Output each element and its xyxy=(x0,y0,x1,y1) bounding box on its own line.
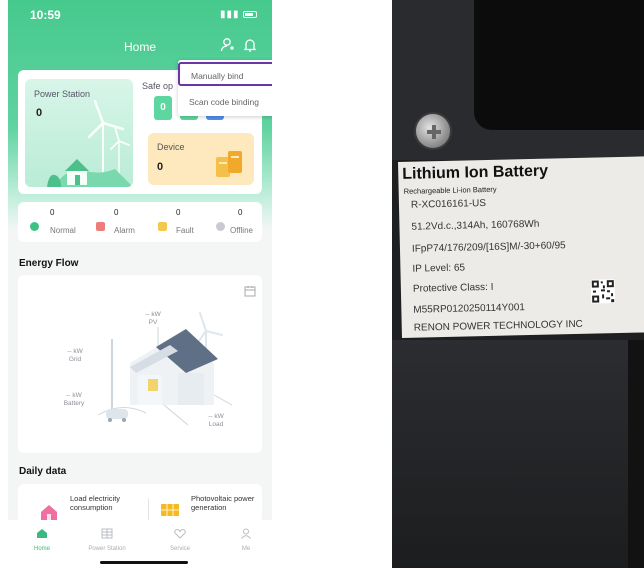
scan-code-binding-option[interactable]: Scan code binding xyxy=(178,90,272,114)
battery-icon xyxy=(243,10,258,18)
device-status-card: 0 Normal 0 Alarm 0 Fault 0 Offline xyxy=(18,202,262,242)
wifi-offline-icon xyxy=(216,222,225,231)
battery-manufacturer: RENON POWER TECHNOLOGY INC xyxy=(413,318,583,334)
power-station-card[interactable]: Power Station 0 xyxy=(25,79,133,187)
tab-home[interactable]: Home xyxy=(12,526,72,552)
battery-housing-bottom xyxy=(392,340,644,568)
fault-count: 0 xyxy=(176,208,181,217)
qr-code-icon xyxy=(590,279,616,304)
battery-label-title: Lithium Ion Battery xyxy=(402,162,549,183)
pv-generation-label: Photovoltaic power generation xyxy=(191,494,255,512)
battery-specs: 51.2Vd.c.,314Ah, 160768Wh xyxy=(411,218,540,233)
tab-me-label: Me xyxy=(241,546,251,552)
home-indicator xyxy=(100,561,188,564)
normal-label: Normal xyxy=(50,226,76,235)
heart-icon xyxy=(174,528,186,539)
battery-cell-code: IFpP74/176/209/[16S]M/-30+60/95 xyxy=(411,240,566,255)
battery-label-photo: Lithium Ion Battery Rechargeable Li-ion … xyxy=(392,0,644,568)
tab-power-station[interactable]: Power Station xyxy=(77,526,137,552)
load-label: Load xyxy=(208,421,224,428)
energy-flow-title: Energy Flow xyxy=(19,258,79,269)
person-icon xyxy=(241,528,251,539)
battery-value: -- kW xyxy=(66,392,82,399)
load-readout: -- kW Load xyxy=(200,413,232,429)
battery-label-subtitle: Rechargeable Li-ion Battery xyxy=(403,184,497,196)
device-icon xyxy=(216,151,242,177)
battery-protective-class: Protective Class: I xyxy=(412,281,494,295)
grid-value: -- kW xyxy=(67,348,83,355)
normal-status-icon xyxy=(30,222,39,231)
bell-icon[interactable] xyxy=(244,37,256,53)
solar-panel-icon xyxy=(161,504,179,516)
safe-operation-label: Safe op xyxy=(142,81,174,91)
wind-house-illustration xyxy=(47,99,133,187)
battery-readout: -- kW Battery xyxy=(54,392,94,408)
offline-label: Offline xyxy=(230,226,253,235)
device-card[interactable]: Device 0 xyxy=(148,133,254,185)
load-value: -- kW xyxy=(208,413,224,420)
battery-serial: M55RP0120250114Y001 xyxy=(413,302,526,316)
normal-count: 0 xyxy=(50,208,55,217)
daily-divider xyxy=(148,498,149,520)
daily-data-title: Daily data xyxy=(19,466,67,477)
battery-label: Battery xyxy=(63,400,85,407)
tab-me[interactable]: Me xyxy=(216,526,272,552)
fault-label: Fault xyxy=(176,226,194,235)
status-bar-time: 10:59 xyxy=(30,8,61,22)
screw-icon xyxy=(414,112,452,150)
device-value: 0 xyxy=(157,161,164,173)
tab-service-label: Service xyxy=(169,546,190,552)
home-icon xyxy=(37,529,47,538)
pv-label: PV xyxy=(148,319,158,326)
alarm-count: 0 xyxy=(114,208,119,217)
fault-status-icon xyxy=(158,222,167,231)
battery-model: R-XC016161-US xyxy=(410,198,487,211)
screw-slot-vertical xyxy=(432,125,436,139)
tab-home-label: Home xyxy=(33,546,50,552)
alarm-status-icon xyxy=(96,222,105,231)
grid-readout: -- kW Grid xyxy=(58,348,92,364)
safe-days-tile: 0 xyxy=(154,96,172,120)
pv-value: -- kW xyxy=(145,311,161,318)
offline-count: 0 xyxy=(238,208,243,217)
house-load-icon xyxy=(41,505,57,520)
user-add-icon[interactable] xyxy=(220,37,234,53)
device-label: Device xyxy=(157,142,185,152)
daily-data-card: Load electricity consumption Photovoltai… xyxy=(18,484,262,524)
grid-label: Grid xyxy=(68,356,82,363)
bind-popup-menu: Manually bind Scan code binding xyxy=(178,60,272,116)
grid-icon xyxy=(101,528,113,539)
load-consumption-label: Load electricity consumption xyxy=(70,494,121,512)
tab-service[interactable]: Service xyxy=(150,526,210,552)
energy-flow-card: -- kW PV -- kW Grid -- kW Battery -- kW … xyxy=(18,275,262,453)
alarm-label: Alarm xyxy=(114,226,135,235)
screenshot-composite: 10:59 ▮▮▮ Home Power Station 0 Safe op 0… xyxy=(0,0,644,568)
status-bar-icons: ▮▮▮ xyxy=(220,9,258,20)
battery-spec-label: Lithium Ion Battery Rechargeable Li-ion … xyxy=(398,156,644,338)
battery-housing-edge xyxy=(628,340,644,568)
battery-ip-level: IP Level: 65 xyxy=(412,262,466,275)
pv-readout: -- kW PV xyxy=(138,311,168,327)
signal-icon: ▮▮▮ xyxy=(220,9,240,20)
handle-bracket xyxy=(474,0,644,130)
tab-power-station-label: Power Station xyxy=(88,546,126,552)
phone-app-screen: 10:59 ▮▮▮ Home Power Station 0 Safe op 0… xyxy=(8,0,272,568)
manually-bind-option[interactable]: Manually bind xyxy=(178,62,272,86)
